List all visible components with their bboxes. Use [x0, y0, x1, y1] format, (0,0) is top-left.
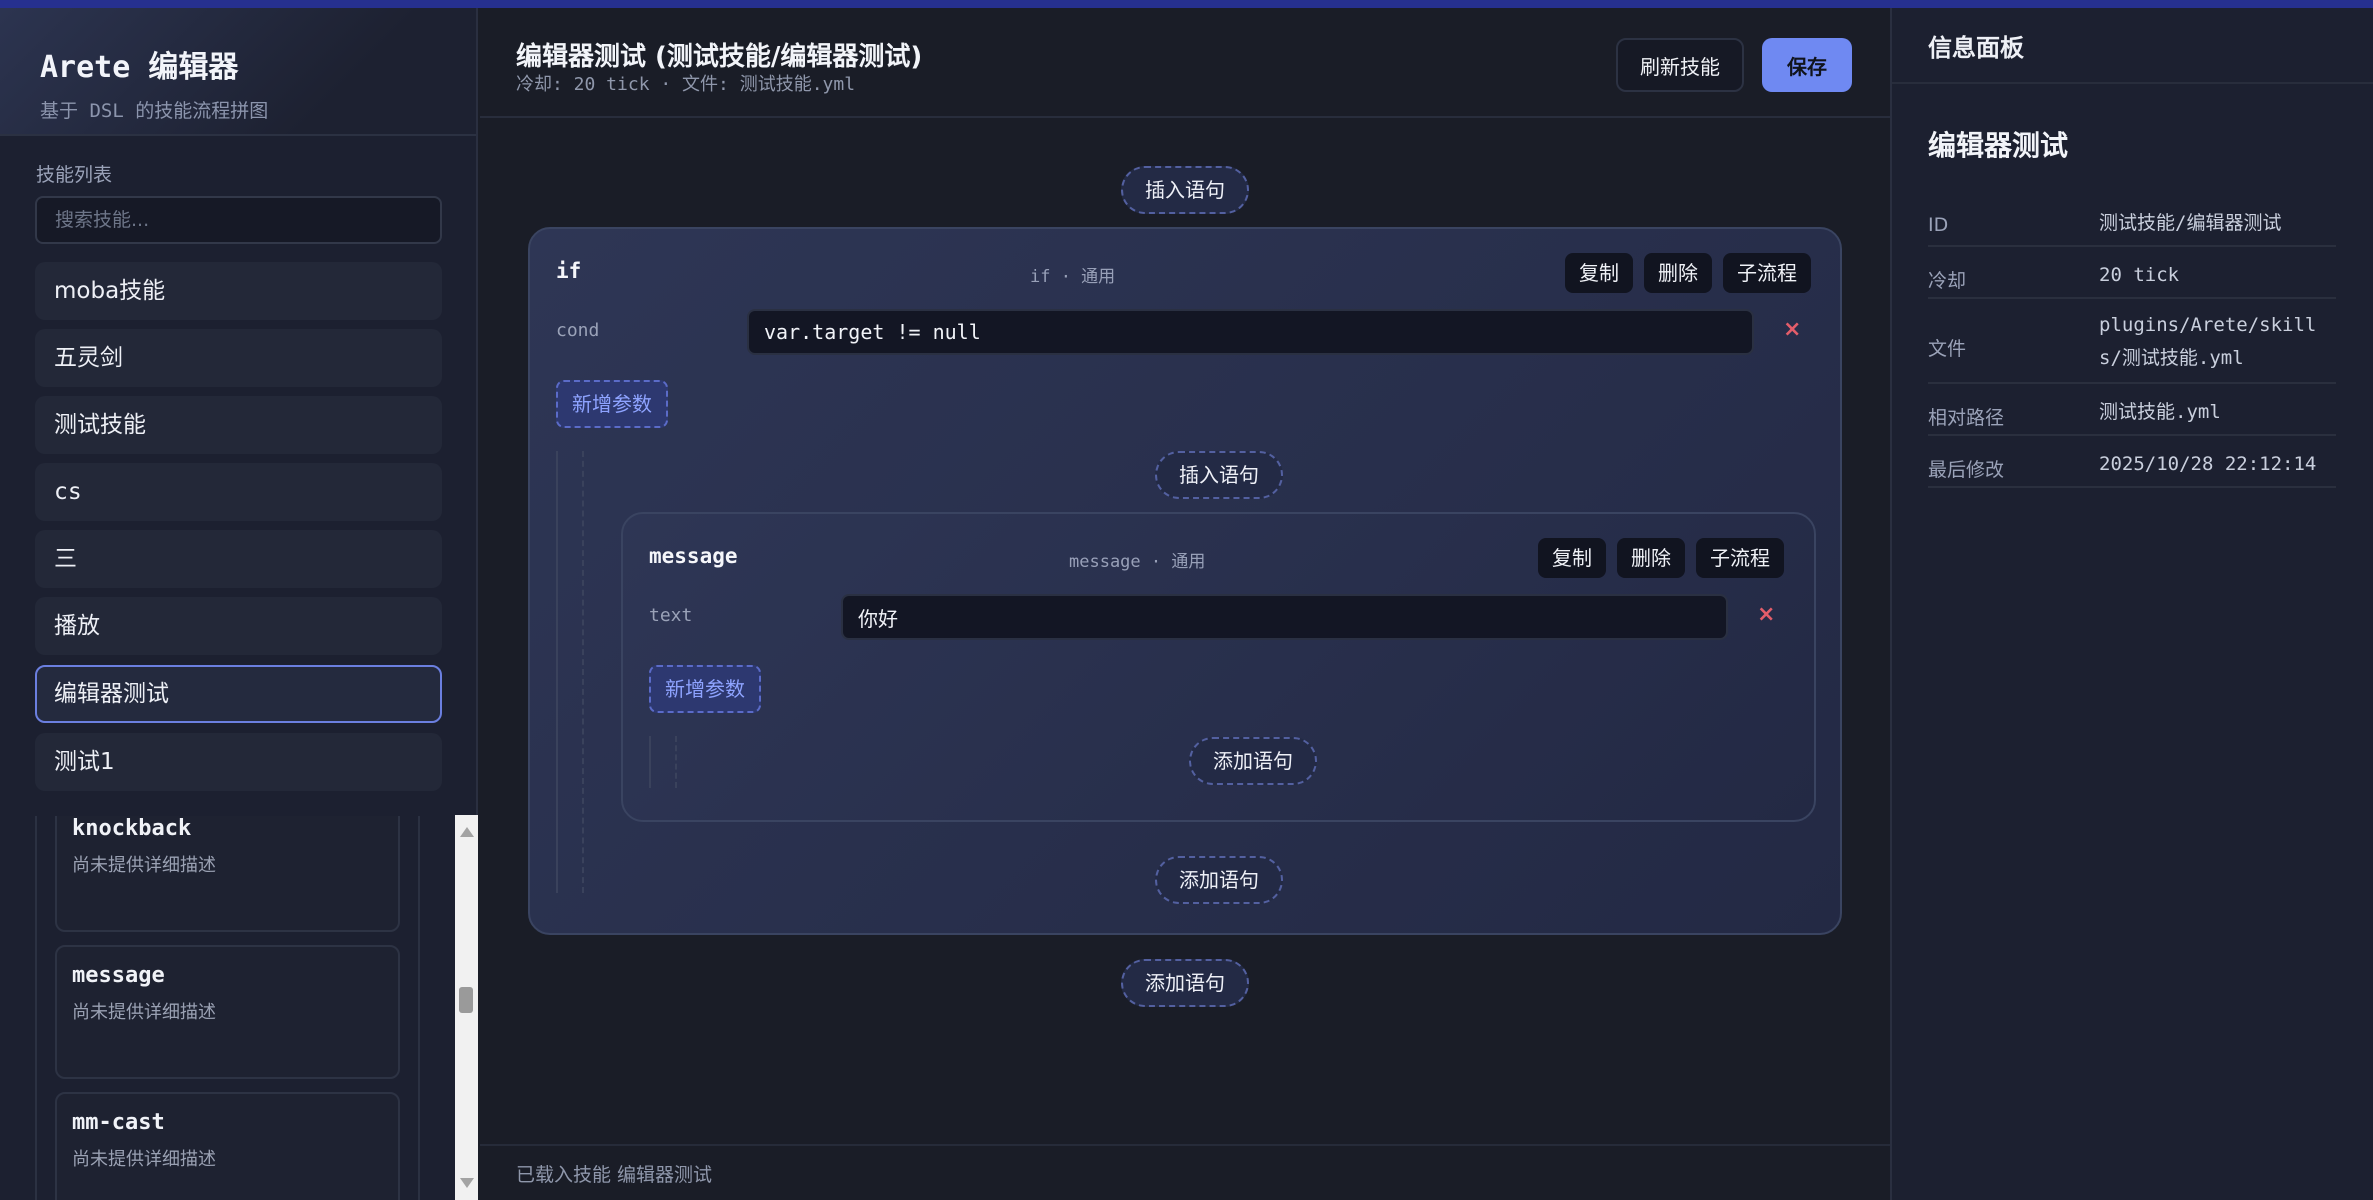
insert-statement-button[interactable]: 插入语句: [1121, 166, 1249, 214]
copy-button[interactable]: 复制: [1538, 538, 1606, 578]
copy-button[interactable]: 复制: [1565, 253, 1633, 293]
skill-search-input[interactable]: [35, 196, 442, 244]
remove-param-icon[interactable]: ×: [1783, 317, 1801, 342]
subflow-button[interactable]: 子流程: [1723, 253, 1811, 293]
scroll-down-arrow-icon[interactable]: [460, 1178, 474, 1188]
block-name: message: [649, 544, 738, 568]
info-key: 相对路径: [1928, 407, 2005, 429]
skill-item[interactable]: cs: [35, 463, 442, 521]
skill-list-heading: 技能列表: [36, 164, 113, 186]
palette-card-knockback[interactable]: knockback 尚未提供详细描述: [55, 816, 400, 932]
page-subtitle: 冷却: 20 tick · 文件: 测试技能.yml: [516, 74, 856, 95]
palette-card-title: message: [72, 963, 165, 988]
add-statement-button[interactable]: 添加语句: [1155, 856, 1283, 904]
block-name: if: [556, 259, 582, 283]
palette-card-title: mm-cast: [72, 1110, 165, 1135]
skill-item[interactable]: moba技能: [35, 262, 442, 320]
delete-button[interactable]: 删除: [1644, 253, 1712, 293]
save-button[interactable]: 保存: [1762, 38, 1852, 92]
skill-item[interactable]: 三: [35, 530, 442, 588]
palette-scrollbar[interactable]: [455, 815, 478, 1200]
palette-card-desc: 尚未提供详细描述: [72, 855, 216, 876]
palette-card-desc: 尚未提供详细描述: [72, 1149, 216, 1170]
window-top-bar: [0, 0, 2373, 8]
param-value-input[interactable]: [841, 594, 1728, 640]
status-text: 已载入技能 编辑器测试: [516, 1164, 713, 1186]
info-row: 相对路径 测试技能.yml: [1928, 384, 2336, 436]
info-key: 文件: [1928, 338, 1967, 360]
status-divider: [480, 1144, 1890, 1146]
skill-item[interactable]: 播放: [35, 597, 442, 655]
sidebar: Arete 编辑器 基于 DSL 的技能流程拼图 技能列表 moba技能 五灵剑…: [0, 8, 478, 1200]
nest-guide-dashed: [582, 451, 584, 893]
info-key: 冷却: [1928, 270, 1967, 292]
message-block: message message · 通用 复制 删除 子流程 text × 新增…: [621, 512, 1816, 822]
editor-main: 编辑器测试 (测试技能/编辑器测试) 冷却: 20 tick · 文件: 测试技…: [480, 8, 1890, 1200]
param-key: text: [649, 605, 693, 626]
insert-statement-button[interactable]: 插入语句: [1155, 451, 1283, 499]
add-param-button[interactable]: 新增参数: [649, 665, 761, 713]
info-value: 20 tick: [2099, 264, 2180, 286]
add-param-button[interactable]: 新增参数: [556, 380, 668, 428]
info-key: ID: [1928, 214, 1949, 236]
nest-guide-line: [649, 736, 651, 788]
info-key: 最后修改: [1928, 459, 2005, 481]
add-statement-button[interactable]: 添加语句: [1189, 737, 1317, 785]
palette-card-message[interactable]: message 尚未提供详细描述: [55, 945, 400, 1079]
skill-item[interactable]: 测试1: [35, 733, 442, 791]
info-row: 冷却 20 tick: [1928, 247, 2336, 299]
info-value: 2025/10/28 22:12:14: [2099, 453, 2317, 475]
info-panel-heading: 信息面板: [1892, 8, 2373, 84]
param-value-input[interactable]: [747, 309, 1754, 355]
info-value: 测试技能/编辑器测试: [2099, 212, 2282, 234]
skill-item[interactable]: 测试技能: [35, 396, 442, 454]
palette-card-desc: 尚未提供详细描述: [72, 1002, 216, 1023]
block-meta: message · 通用: [1069, 552, 1206, 572]
skill-item-active[interactable]: 编辑器测试: [35, 665, 442, 723]
info-row: ID 测试技能/编辑器测试: [1928, 194, 2336, 247]
subflow-button[interactable]: 子流程: [1696, 538, 1784, 578]
palette-card-mm-cast[interactable]: mm-cast 尚未提供详细描述: [55, 1092, 400, 1200]
app-brand: Arete 编辑器 基于 DSL 的技能流程拼图: [0, 8, 476, 136]
palette-card-title: knockback: [72, 816, 192, 841]
info-value: 测试技能.yml: [2099, 401, 2221, 423]
add-statement-button[interactable]: 添加语句: [1121, 959, 1249, 1007]
app-subtitle: 基于 DSL 的技能流程拼图: [40, 100, 269, 122]
block-meta: if · 通用: [1030, 267, 1116, 287]
nest-guide-dashed: [675, 736, 677, 788]
delete-button[interactable]: 删除: [1617, 538, 1685, 578]
info-row: 最后修改 2025/10/28 22:12:14: [1928, 436, 2336, 488]
scrollbar-thumb[interactable]: [459, 987, 473, 1013]
app-title: Arete 编辑器: [40, 50, 239, 85]
skill-item[interactable]: 五灵剑: [35, 329, 442, 387]
nest-guide-line: [556, 451, 558, 893]
if-block: if if · 通用 复制 删除 子流程 cond × 新增参数 插入语句 me…: [528, 227, 1842, 935]
editor-header: 编辑器测试 (测试技能/编辑器测试) 冷却: 20 tick · 文件: 测试技…: [480, 8, 1890, 118]
refresh-skills-button[interactable]: 刷新技能: [1616, 38, 1744, 92]
info-row: 文件 plugins/Arete/skills/测试技能.yml: [1928, 299, 2336, 384]
scroll-up-arrow-icon[interactable]: [460, 827, 474, 837]
info-skill-title: 编辑器测试: [1928, 129, 2069, 162]
remove-param-icon[interactable]: ×: [1757, 602, 1775, 627]
param-key: cond: [556, 320, 600, 341]
info-value: plugins/Arete/skills/测试技能.yml: [2099, 314, 2317, 369]
statement-palette: knockback 尚未提供详细描述 message 尚未提供详细描述 mm-c…: [35, 816, 420, 1200]
page-title: 编辑器测试 (测试技能/编辑器测试): [516, 42, 923, 72]
info-panel: 信息面板 编辑器测试 ID 测试技能/编辑器测试 冷却 20 tick 文件 p…: [1890, 8, 2373, 1200]
